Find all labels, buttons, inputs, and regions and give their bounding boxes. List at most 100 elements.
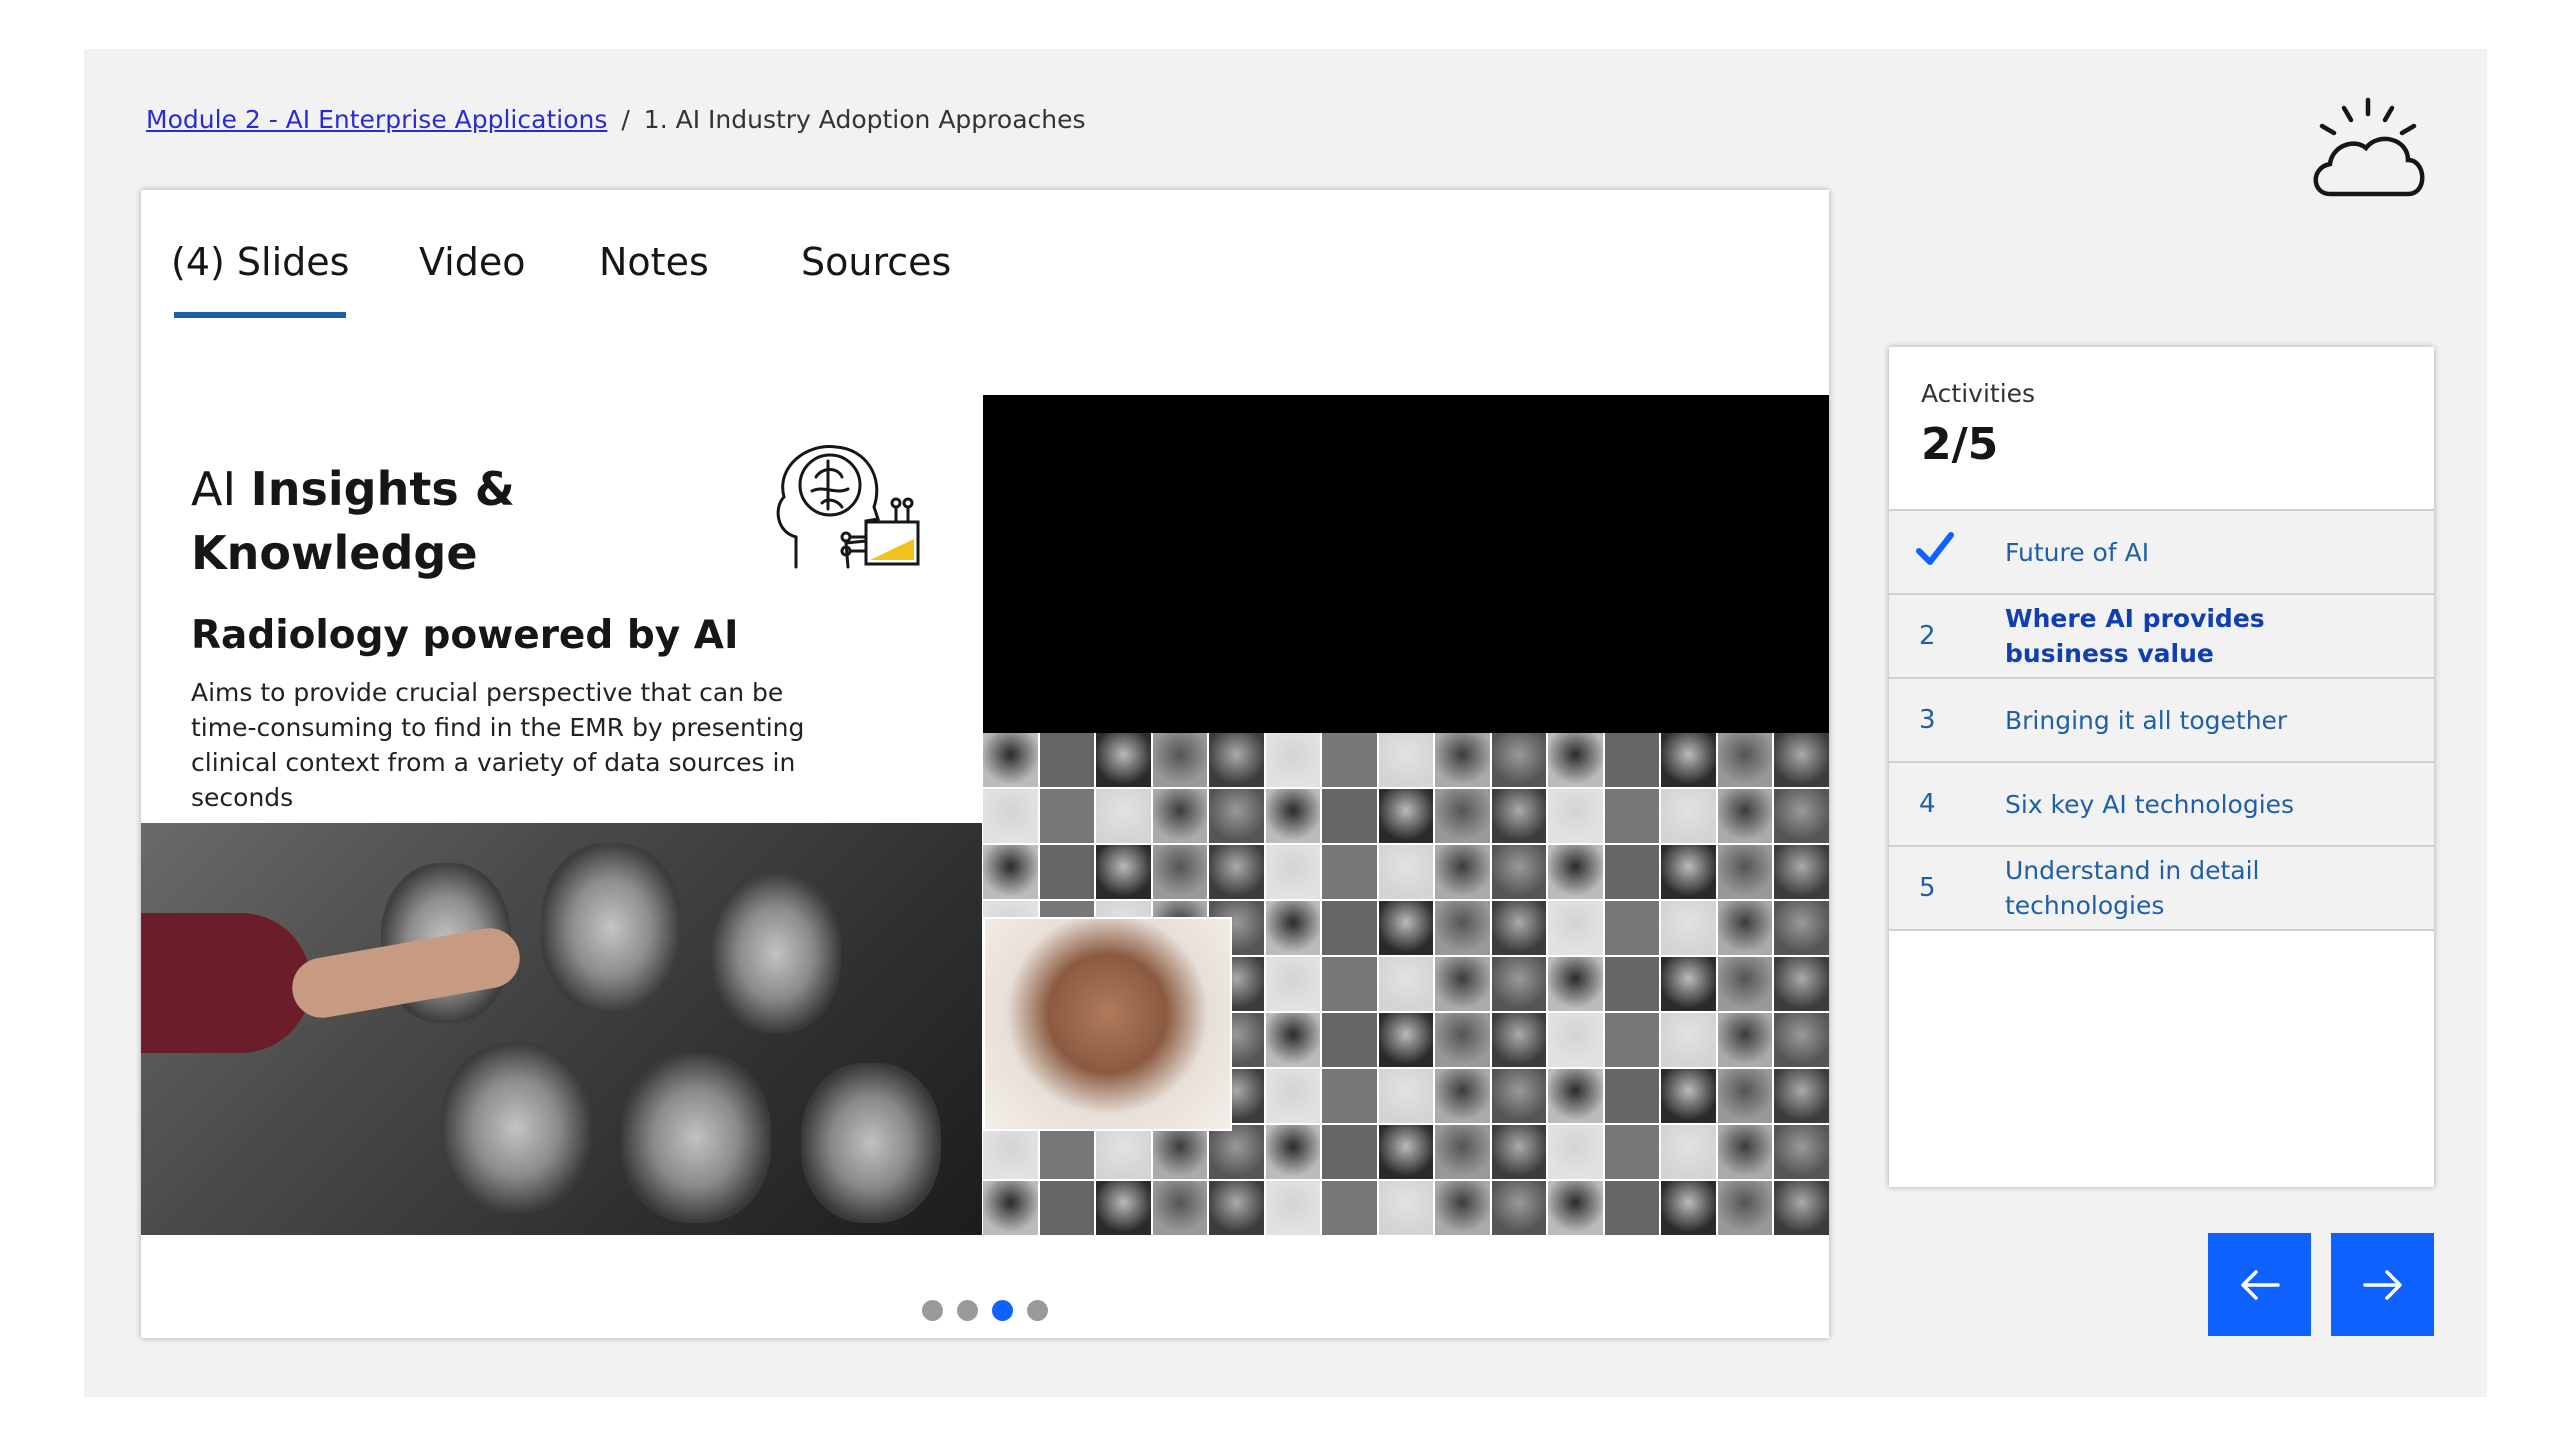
mosaic-tile: [1774, 1125, 1829, 1179]
mosaic-tile: [1717, 733, 1773, 787]
mosaic-tile: [1774, 733, 1829, 787]
mosaic-tile: [1717, 1069, 1773, 1123]
mosaic-tile: [1435, 733, 1490, 787]
content-card: (4) Slides Video Notes Sources AI Insigh…: [141, 190, 1829, 1338]
mosaic-tile: [1435, 1069, 1490, 1123]
mosaic-tile: [1378, 901, 1434, 955]
mosaic-tile: [1435, 1181, 1490, 1235]
slide-title-line2: Knowledge: [191, 526, 478, 580]
activity-number: 2: [1919, 621, 1936, 651]
mosaic-tile: [1152, 1125, 1208, 1179]
mosaic-tile: [1661, 1013, 1716, 1067]
mosaic-tile: [1604, 1125, 1660, 1179]
tab-slides[interactable]: (4) Slides: [171, 240, 349, 284]
activities-list: Future of AI 2 Where AI provides busines…: [1889, 509, 2434, 931]
mosaic-tile: [1661, 957, 1716, 1011]
mosaic-tile: [1435, 1125, 1490, 1179]
mosaic-tile: [1378, 1013, 1434, 1067]
pager-dot[interactable]: [957, 1300, 978, 1321]
video-panel: [983, 395, 1829, 733]
activity-title: Bringing it all together: [2005, 705, 2288, 735]
mosaic-tile: [1039, 789, 1095, 843]
mosaic-tile: [1661, 901, 1716, 955]
previous-button[interactable]: [2208, 1233, 2311, 1336]
mosaic-tile: [1039, 1125, 1095, 1179]
arrow-right-icon: [2363, 1270, 2402, 1300]
mosaic-tile: [1774, 957, 1829, 1011]
mosaic-tile: [1152, 845, 1208, 899]
mosaic-tile: [983, 733, 1038, 787]
next-button[interactable]: [2331, 1233, 2434, 1336]
mosaic-tile: [1717, 789, 1773, 843]
mosaic-tile: [1548, 845, 1603, 899]
breadcrumb: Module 2 - AI Enterprise Applications / 1.…: [146, 105, 1086, 134]
mosaic-tile: [1152, 789, 1208, 843]
mosaic-tile: [1039, 845, 1095, 899]
breadcrumb-module-link[interactable]: Module 2 - AI Enterprise Applications: [146, 105, 607, 134]
mosaic-tile: [1491, 1013, 1547, 1067]
mosaic-tile: [1096, 1181, 1151, 1235]
mosaic-tile: [1265, 1069, 1321, 1123]
mosaic-tile: [1548, 1069, 1603, 1123]
mosaic-tile: [1322, 1181, 1377, 1235]
mosaic-tile: [1491, 957, 1547, 1011]
mosaic-tile: [1322, 733, 1377, 787]
pager-dot[interactable]: [992, 1300, 1013, 1321]
patient-photo: [983, 917, 1232, 1131]
slide-text-panel: AI Insights & Knowledge Radiology powere…: [141, 395, 982, 823]
mosaic-tile: [1491, 733, 1547, 787]
mosaic-tile: [1491, 1181, 1547, 1235]
mosaic-tile: [1717, 1125, 1773, 1179]
mosaic-tile: [983, 845, 1038, 899]
mosaic-tile: [1378, 1181, 1434, 1235]
activity-item-bringing-together[interactable]: 3 Bringing it all together: [1889, 677, 2434, 761]
mosaic-tile: [1661, 1069, 1716, 1123]
mosaic-tile: [1604, 789, 1660, 843]
mosaic-tile: [1435, 1013, 1490, 1067]
tab-video[interactable]: Video: [419, 240, 525, 284]
mosaic-tile: [1661, 733, 1716, 787]
activities-panel: Activities 2/5 Future of AI 2 Where AI p…: [1889, 347, 2434, 1187]
mosaic-tile: [1209, 845, 1264, 899]
tab-notes[interactable]: Notes: [599, 240, 709, 284]
mosaic-tile: [983, 1125, 1038, 1179]
pager-dot[interactable]: [922, 1300, 943, 1321]
mosaic-tile: [1322, 1125, 1377, 1179]
checkmark-icon: [1916, 532, 1954, 565]
mosaic-tile: [1604, 733, 1660, 787]
mosaic-tile: [1265, 957, 1321, 1011]
slide-title-light: AI: [191, 462, 251, 516]
arrow-left-icon: [2241, 1270, 2280, 1300]
mosaic-tile: [1265, 901, 1321, 955]
active-tab-indicator: [174, 312, 346, 318]
mosaic-tile: [1717, 845, 1773, 899]
mosaic-tile: [1378, 733, 1434, 787]
mosaic-tile: [1717, 1181, 1773, 1235]
mosaic-tile: [1604, 1181, 1660, 1235]
mosaic-tile: [1209, 1125, 1264, 1179]
activity-item-business-value[interactable]: 2 Where AI provides business value: [1889, 593, 2434, 677]
mosaic-tile: [1435, 957, 1490, 1011]
mosaic-tile: [1548, 1125, 1603, 1179]
tab-sources[interactable]: Sources: [801, 240, 951, 284]
mosaic-tile: [1039, 733, 1095, 787]
mosaic-tile: [1378, 1069, 1434, 1123]
slide-body: Aims to provide crucial perspective that…: [191, 678, 805, 812]
mosaic-tile: [1661, 845, 1716, 899]
mosaic-tile: [983, 1181, 1038, 1235]
activity-item-six-key-technologies[interactable]: 4 Six key AI technologies: [1889, 761, 2434, 845]
mosaic-tile: [1322, 789, 1377, 843]
activity-item-future-of-ai[interactable]: Future of AI: [1889, 509, 2434, 593]
mosaic-tile: [1322, 1069, 1377, 1123]
mosaic-tile: [1265, 789, 1321, 843]
mosaic-tile: [1265, 1181, 1321, 1235]
brain-ai-icon: [776, 445, 920, 569]
mosaic-tile: [983, 789, 1038, 843]
mosaic-tile: [1661, 789, 1716, 843]
slide-subtitle: Radiology powered by AI: [191, 613, 739, 658]
activity-item-understand-technologies[interactable]: 5 Understand in detail technologies: [1889, 845, 2434, 931]
activity-title: Where AI provides business value: [2005, 604, 2265, 668]
mosaic-tile: [1604, 845, 1660, 899]
mosaic-tile: [1378, 789, 1434, 843]
pager-dot[interactable]: [1027, 1300, 1048, 1321]
